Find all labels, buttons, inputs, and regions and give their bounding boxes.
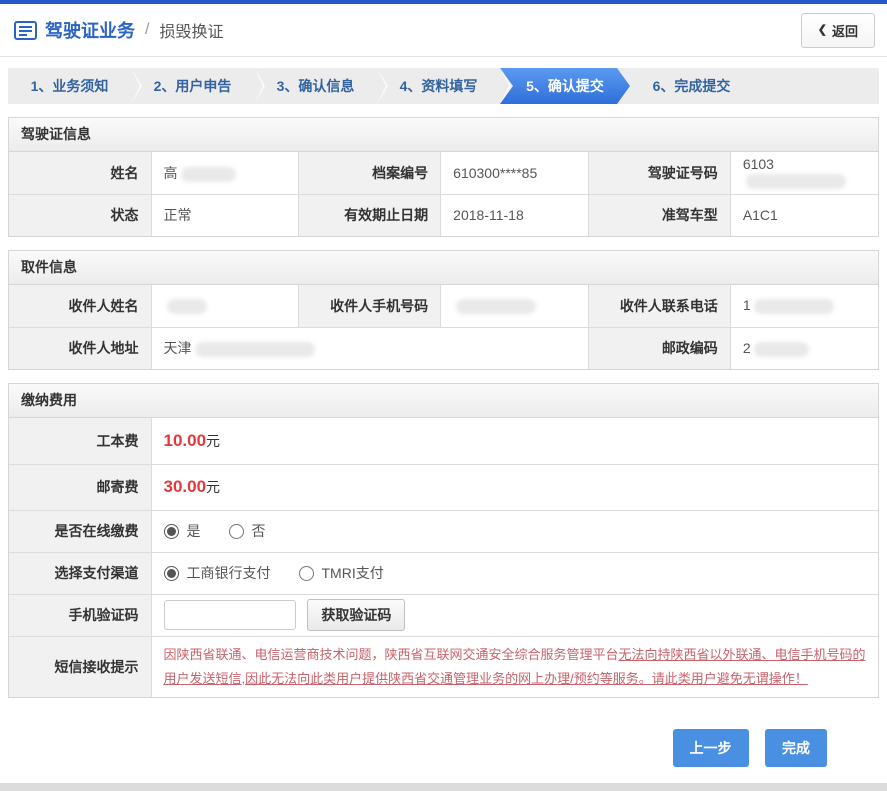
file-no-value: 610300****85 (440, 152, 589, 195)
expiry-label: 有效期止日期 (298, 193, 442, 236)
finish-button[interactable]: 完成 (765, 728, 827, 767)
vehicle-class-label: 准驾车型 (587, 193, 731, 236)
header-title-group: 驾驶证业务 / 损毁换证 (14, 17, 223, 43)
channel-tmri-label[interactable]: TMRI支付 (322, 563, 384, 583)
step-5-confirm-submit-active[interactable]: 5、确认提交 (500, 68, 630, 104)
online-yes-label[interactable]: 是 (187, 521, 201, 541)
step-3-confirm-info[interactable]: 3、确认信息 (254, 68, 388, 104)
name-label: 姓名 (9, 152, 152, 195)
payment-channel-label: 选择支付渠道 (9, 551, 152, 595)
redacted-value (745, 174, 846, 190)
step-progress-bar: 1、业务须知 2、用户申告 3、确认信息 4、资料填写 5、确认提交 6、完成提… (8, 68, 879, 104)
redacted-value (456, 299, 537, 315)
status-label: 状态 (9, 193, 152, 236)
table-row: 状态 正常 有效期止日期 2018-11-18 准驾车型 A1C1 (9, 193, 878, 236)
sms-notice-cell: 因陕西省联通、电信运营商技术问题，陕西省互联网交通安全综合服务管理平台无法向持陕… (150, 635, 878, 697)
license-info-title: 驾驶证信息 (9, 118, 878, 152)
table-row: 收件人地址 天津 邮政编码 2 (9, 326, 878, 369)
fees-section: 缴纳费用 工本费 10.00元 邮寄费 30.00元 是否在线缴费 是 否 选择… (8, 383, 879, 698)
postcode-value: 2 (729, 326, 878, 369)
pickup-info-title: 取件信息 (9, 251, 878, 285)
recipient-mobile-label: 收件人手机号码 (298, 285, 442, 328)
expiry-value: 2018-11-18 (440, 193, 589, 236)
postage-fee-label: 邮寄费 (9, 463, 152, 511)
recipient-address-label: 收件人地址 (9, 326, 152, 369)
recipient-name-label: 收件人姓名 (9, 285, 152, 328)
sms-notice-text: 因陕西省联通、电信运营商技术问题，陕西省互联网交通安全综合服务管理平台无法向持陕… (163, 646, 866, 686)
cost-fee-label: 工本费 (9, 418, 152, 465)
license-business-icon (14, 20, 37, 40)
channel-tmri-radio[interactable] (298, 565, 314, 581)
table-row: 选择支付渠道 工商银行支付 TMRI支付 (9, 551, 878, 595)
online-no-radio[interactable] (228, 523, 244, 539)
table-row: 短信接收提示 因陕西省联通、电信运营商技术问题，陕西省互联网交通安全综合服务管理… (9, 635, 878, 697)
recipient-address-value: 天津 (150, 326, 589, 369)
online-yes-radio[interactable] (163, 523, 179, 539)
page-bottom-strip (0, 782, 887, 791)
postcode-label: 邮政编码 (587, 326, 731, 369)
step-4-fill-material[interactable]: 4、资料填写 (377, 68, 511, 104)
payment-channel-options: 工商银行支付 TMRI支付 (150, 551, 878, 595)
get-sms-code-button[interactable]: 获取验证码 (307, 599, 406, 631)
redacted-value (753, 341, 809, 357)
table-row: 手机验证码 获取验证码 (9, 593, 878, 637)
channel-icbc-radio[interactable] (163, 565, 179, 581)
redacted-value (180, 166, 236, 182)
back-chevron-icon: ❮ (817, 23, 827, 36)
recipient-mobile-value (440, 285, 589, 328)
table-row: 姓名 高 档案编号 610300****85 驾驶证号码 6103 (9, 152, 878, 195)
breadcrumb-current: 损毁换证 (159, 24, 224, 41)
back-button[interactable]: ❮ 返回 (800, 12, 875, 48)
previous-step-button[interactable]: 上一步 (672, 728, 749, 767)
table-row: 收件人姓名 收件人手机号码 收件人联系电话 1 (9, 285, 878, 328)
redacted-value (194, 342, 315, 358)
footer-actions: 上一步 完成 (0, 711, 887, 783)
step-6-finish-submit[interactable]: 6、完成提交 (630, 68, 753, 104)
sms-code-label: 手机验证码 (9, 593, 152, 637)
sms-code-input[interactable] (163, 600, 296, 630)
pickup-info-table: 收件人姓名 收件人手机号码 收件人联系电话 1 收件人地址 天津 邮政编码 2 (9, 285, 878, 369)
step-2-user-declaration[interactable]: 2、用户申告 (131, 68, 265, 104)
recipient-phone-value: 1 (729, 285, 878, 328)
table-row: 工本费 10.00元 (9, 418, 878, 465)
page-title: 驾驶证业务 (45, 21, 135, 41)
back-button-label: 返回 (831, 23, 858, 39)
name-value: 高 (150, 152, 300, 195)
breadcrumb-separator: / (145, 21, 150, 38)
table-row: 是否在线缴费 是 否 (9, 509, 878, 553)
page-header: 驾驶证业务 / 损毁换证 ❮ 返回 (0, 4, 887, 57)
channel-icbc-label[interactable]: 工商银行支付 (187, 563, 271, 583)
step-1-business-notice[interactable]: 1、业务须知 (8, 68, 142, 104)
recipient-phone-label: 收件人联系电话 (587, 285, 731, 328)
table-row: 邮寄费 30.00元 (9, 463, 878, 511)
pickup-info-section: 取件信息 收件人姓名 收件人手机号码 收件人联系电话 1 收件人地址 天津 邮政… (8, 250, 879, 370)
online-no-label[interactable]: 否 (252, 521, 266, 541)
cost-fee-value: 10.00元 (150, 418, 878, 465)
license-no-value: 6103 (729, 152, 878, 195)
redacted-value (166, 299, 207, 315)
recipient-name-value (150, 285, 300, 328)
sms-notice-label: 短信接收提示 (9, 635, 152, 697)
status-value: 正常 (150, 193, 300, 236)
online-payment-options: 是 否 (150, 509, 878, 553)
license-info-table: 姓名 高 档案编号 610300****85 驾驶证号码 6103 状态 正常 … (9, 152, 878, 236)
redacted-value (753, 299, 834, 315)
file-no-label: 档案编号 (298, 152, 442, 195)
fees-title: 缴纳费用 (9, 384, 878, 418)
vehicle-class-value: A1C1 (729, 193, 878, 236)
sms-code-field: 获取验证码 (150, 593, 878, 637)
license-no-label: 驾驶证号码 (587, 152, 731, 195)
postage-fee-value: 30.00元 (150, 463, 878, 511)
license-info-section: 驾驶证信息 姓名 高 档案编号 610300****85 驾驶证号码 6103 … (8, 117, 879, 237)
online-payment-label: 是否在线缴费 (9, 509, 152, 553)
fees-table: 工本费 10.00元 邮寄费 30.00元 是否在线缴费 是 否 选择支付渠道 … (9, 418, 878, 697)
